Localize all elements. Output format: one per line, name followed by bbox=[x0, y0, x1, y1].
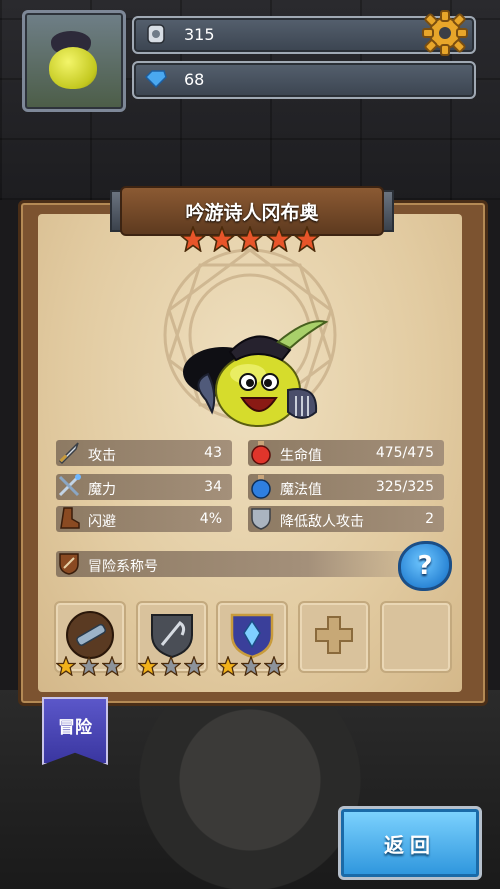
gem-bar: 68 bbox=[132, 61, 476, 99]
avatar-body bbox=[49, 47, 97, 89]
back-button[interactable]: 返回 bbox=[338, 806, 482, 880]
stat-value: 43 bbox=[204, 445, 222, 461]
star-empty-icon bbox=[161, 656, 181, 676]
star-filled-icon bbox=[218, 656, 238, 676]
crossed-staves-icon bbox=[54, 471, 84, 501]
gem-icon bbox=[144, 68, 168, 90]
stat-label: 魔法值 bbox=[280, 482, 322, 498]
star-empty-icon bbox=[264, 656, 284, 676]
title-row-label: 冒险系称号 bbox=[88, 559, 158, 575]
rarity-star-icon bbox=[265, 226, 292, 252]
stat-hp: 生命值 475/475 bbox=[248, 440, 444, 466]
stat-value: 475/475 bbox=[375, 445, 434, 461]
sword-icon bbox=[54, 437, 84, 467]
star-filled-icon bbox=[138, 656, 158, 676]
hero-rarity-stars bbox=[180, 226, 320, 254]
adventure-tab-label: 冒险 bbox=[58, 718, 92, 738]
stat-dodge: 闪避 4% bbox=[56, 506, 232, 532]
stat-magic: 魔力 34 bbox=[56, 474, 232, 500]
crystal-shield-icon bbox=[230, 613, 274, 659]
slot-2-stars bbox=[138, 656, 204, 676]
plus-icon bbox=[315, 616, 353, 654]
adventure-title-row[interactable]: 冒险系称号 bbox=[56, 551, 416, 577]
stat-reduce-enemy-attack: 降低敌人攻击 2 bbox=[248, 506, 444, 532]
stat-label: 魔力 bbox=[88, 482, 116, 498]
stat-value: 2 bbox=[425, 511, 434, 527]
help-question-icon: ? bbox=[417, 551, 433, 581]
rarity-star-icon bbox=[237, 226, 263, 252]
star-empty-icon bbox=[241, 656, 261, 676]
star-empty-icon bbox=[102, 656, 122, 676]
title-badge-icon bbox=[54, 548, 84, 578]
blue-potion-icon bbox=[246, 471, 276, 501]
stat-value: 4% bbox=[199, 511, 222, 527]
gem-value: 68 bbox=[184, 70, 205, 89]
rarity-star-icon bbox=[294, 226, 320, 252]
slot-1-stars bbox=[56, 656, 122, 676]
hero-name: 吟游诗人冈布奥 bbox=[185, 201, 319, 224]
shield-icon bbox=[246, 503, 276, 533]
scythe-shield-icon bbox=[151, 614, 193, 659]
stat-label: 攻击 bbox=[88, 448, 116, 464]
trophy-icon bbox=[144, 23, 168, 45]
equipment-slot-add[interactable] bbox=[298, 601, 370, 673]
stat-attack: 攻击 43 bbox=[56, 440, 232, 466]
stat-mp: 魔法值 325/325 bbox=[248, 474, 444, 500]
star-empty-icon bbox=[79, 656, 99, 676]
stat-value: 34 bbox=[204, 479, 222, 495]
slot-3-stars bbox=[218, 656, 284, 676]
bard-gumball-character[interactable] bbox=[178, 312, 328, 432]
rarity-star-icon bbox=[180, 226, 206, 252]
star-filled-icon bbox=[56, 656, 76, 676]
back-button-label: 返回 bbox=[384, 832, 436, 857]
hero-avatar[interactable] bbox=[22, 10, 126, 112]
settings-gear-icon[interactable] bbox=[420, 8, 470, 58]
stat-label: 降低敌人攻击 bbox=[280, 514, 364, 530]
stat-label: 闪避 bbox=[88, 514, 116, 530]
star-empty-icon bbox=[184, 656, 204, 676]
stat-value: 325/325 bbox=[375, 479, 434, 495]
boot-icon bbox=[54, 503, 84, 533]
trophy-value: 315 bbox=[184, 25, 215, 44]
equipment-slot-empty[interactable] bbox=[380, 601, 452, 673]
telescope-icon bbox=[66, 611, 114, 659]
stat-label: 生命值 bbox=[280, 448, 322, 464]
rarity-star-icon bbox=[208, 226, 235, 252]
help-button[interactable]: ? bbox=[398, 541, 452, 591]
red-potion-icon bbox=[246, 437, 276, 467]
